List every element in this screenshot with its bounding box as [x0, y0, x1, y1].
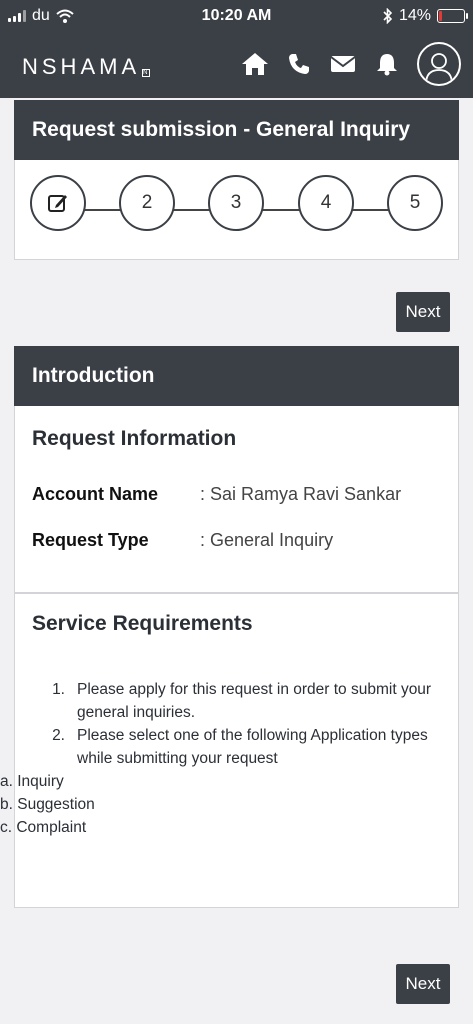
battery-icon	[437, 9, 468, 23]
user-icon	[425, 53, 453, 84]
list-item: 2. Please select one of the following Ap…	[52, 727, 428, 767]
status-bar: du 10:20 AM 14%	[0, 0, 473, 34]
step-2[interactable]: 2	[119, 175, 175, 231]
step-3[interactable]: 3	[208, 175, 264, 231]
next-button-top[interactable]: Next	[396, 292, 450, 332]
option-complaint: c. Complaint	[0, 819, 87, 836]
option-suggestion: b. Suggestion	[0, 796, 95, 813]
account-name-value: : Sai Ramya Ravi Sankar	[200, 484, 402, 504]
service-requirements-title: Service Requirements	[32, 612, 253, 635]
status-right: 14%	[383, 7, 468, 25]
header-actions	[241, 42, 461, 86]
app-header: NSHAMA N	[0, 34, 473, 98]
battery-percent: 14%	[398, 7, 431, 24]
next-button-bottom[interactable]: Next	[396, 964, 450, 1004]
step-1[interactable]	[30, 175, 86, 231]
mail-icon[interactable]	[329, 50, 357, 78]
phone-icon[interactable]	[285, 50, 313, 78]
bell-icon[interactable]	[373, 50, 401, 78]
brand-logo[interactable]: NSHAMA N	[22, 54, 152, 80]
step-5[interactable]: 5	[387, 175, 443, 231]
stepper: 2 3 4 5	[30, 175, 445, 245]
request-type-value: : General Inquiry	[200, 530, 334, 550]
edit-icon	[48, 195, 67, 212]
list-item: 1. Please apply for this request in orde…	[52, 681, 432, 721]
page-title: Request submission - General Inquiry	[32, 118, 411, 141]
introduction-title: Introduction	[32, 364, 155, 387]
brand-name: NSHAMA	[22, 54, 141, 79]
request-info-title: Request Information	[32, 427, 237, 450]
bluetooth-icon	[383, 8, 393, 24]
battery-fill	[439, 11, 443, 21]
step-4[interactable]: 4	[298, 175, 354, 231]
home-icon[interactable]	[241, 50, 269, 78]
request-type-label: Request Type	[32, 530, 149, 550]
option-inquiry: a. Inquiry	[0, 773, 64, 790]
introduction-bar: Introduction	[14, 346, 459, 406]
request-title-bar: Request submission - General Inquiry	[14, 100, 459, 160]
requirements-list: 1. Please apply for this request in orde…	[0, 678, 452, 839]
avatar[interactable]	[417, 42, 461, 86]
account-name-label: Account Name	[32, 484, 159, 504]
brand-mark: N	[142, 69, 152, 77]
